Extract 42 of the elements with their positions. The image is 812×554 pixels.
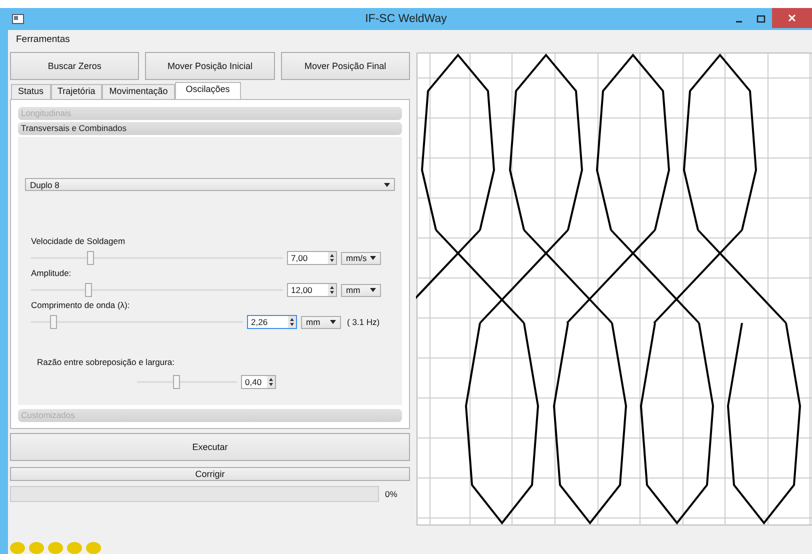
caret-icon [384,182,390,186]
caret-icon [370,288,376,292]
correct-button[interactable]: Corrigir [10,467,410,481]
unit-dropdown[interactable]: mm/s [341,252,381,264]
parameter-label: Razão entre sobreposição e largura: [37,357,176,367]
spin-box[interactable]: 12,00 [287,283,337,297]
spin-box[interactable]: 7,00 [287,251,337,265]
slider[interactable] [31,283,283,297]
action-button[interactable]: Buscar Zeros [10,52,140,80]
slider[interactable] [137,375,237,389]
action-button[interactable]: Mover Posição Inicial [145,52,275,80]
spin-arrows-icon[interactable] [288,316,296,328]
action-button[interactable]: Mover Posição Final [280,52,410,80]
parameter-label: Comprimento de onda (λ): [31,300,131,310]
close-button[interactable] [772,8,812,28]
section-header[interactable]: Transversais e Combinados [18,122,402,135]
tab[interactable]: Movimentação [102,84,175,99]
spin-arrows-icon[interactable] [328,284,336,296]
caret-icon [370,256,376,260]
frequency-label: ( 3.1 Hz) [347,317,380,327]
unit-dropdown[interactable]: mm [301,316,341,328]
execute-button[interactable]: Executar [10,433,410,461]
caret-icon [330,320,336,324]
tab[interactable]: Status [11,84,51,99]
unit-dropdown[interactable]: mm [341,284,381,296]
maximize-icon[interactable] [756,14,766,24]
app-icon [12,14,24,24]
menu-item[interactable]: Ferramentas [16,34,70,44]
parameter-label: Velocidade de Soldagem [31,236,126,246]
tab[interactable]: Oscilações [174,82,241,99]
spin-arrows-icon[interactable] [328,252,336,264]
progress-reading: 0% [385,489,398,499]
pattern-dropdown[interactable]: Duplo 8 [25,178,395,191]
slider[interactable] [31,251,283,265]
slider[interactable] [31,315,243,329]
tab[interactable]: Trajetória [50,84,102,99]
spin-arrows-icon[interactable] [267,376,275,388]
window-title: IF-SC WeldWay [364,13,447,25]
parameter-label: Amplitude: [31,268,72,278]
close-icon [786,13,797,23]
spin-box[interactable]: 2,26 [247,315,297,329]
spin-box[interactable]: 0,40 [241,375,276,389]
